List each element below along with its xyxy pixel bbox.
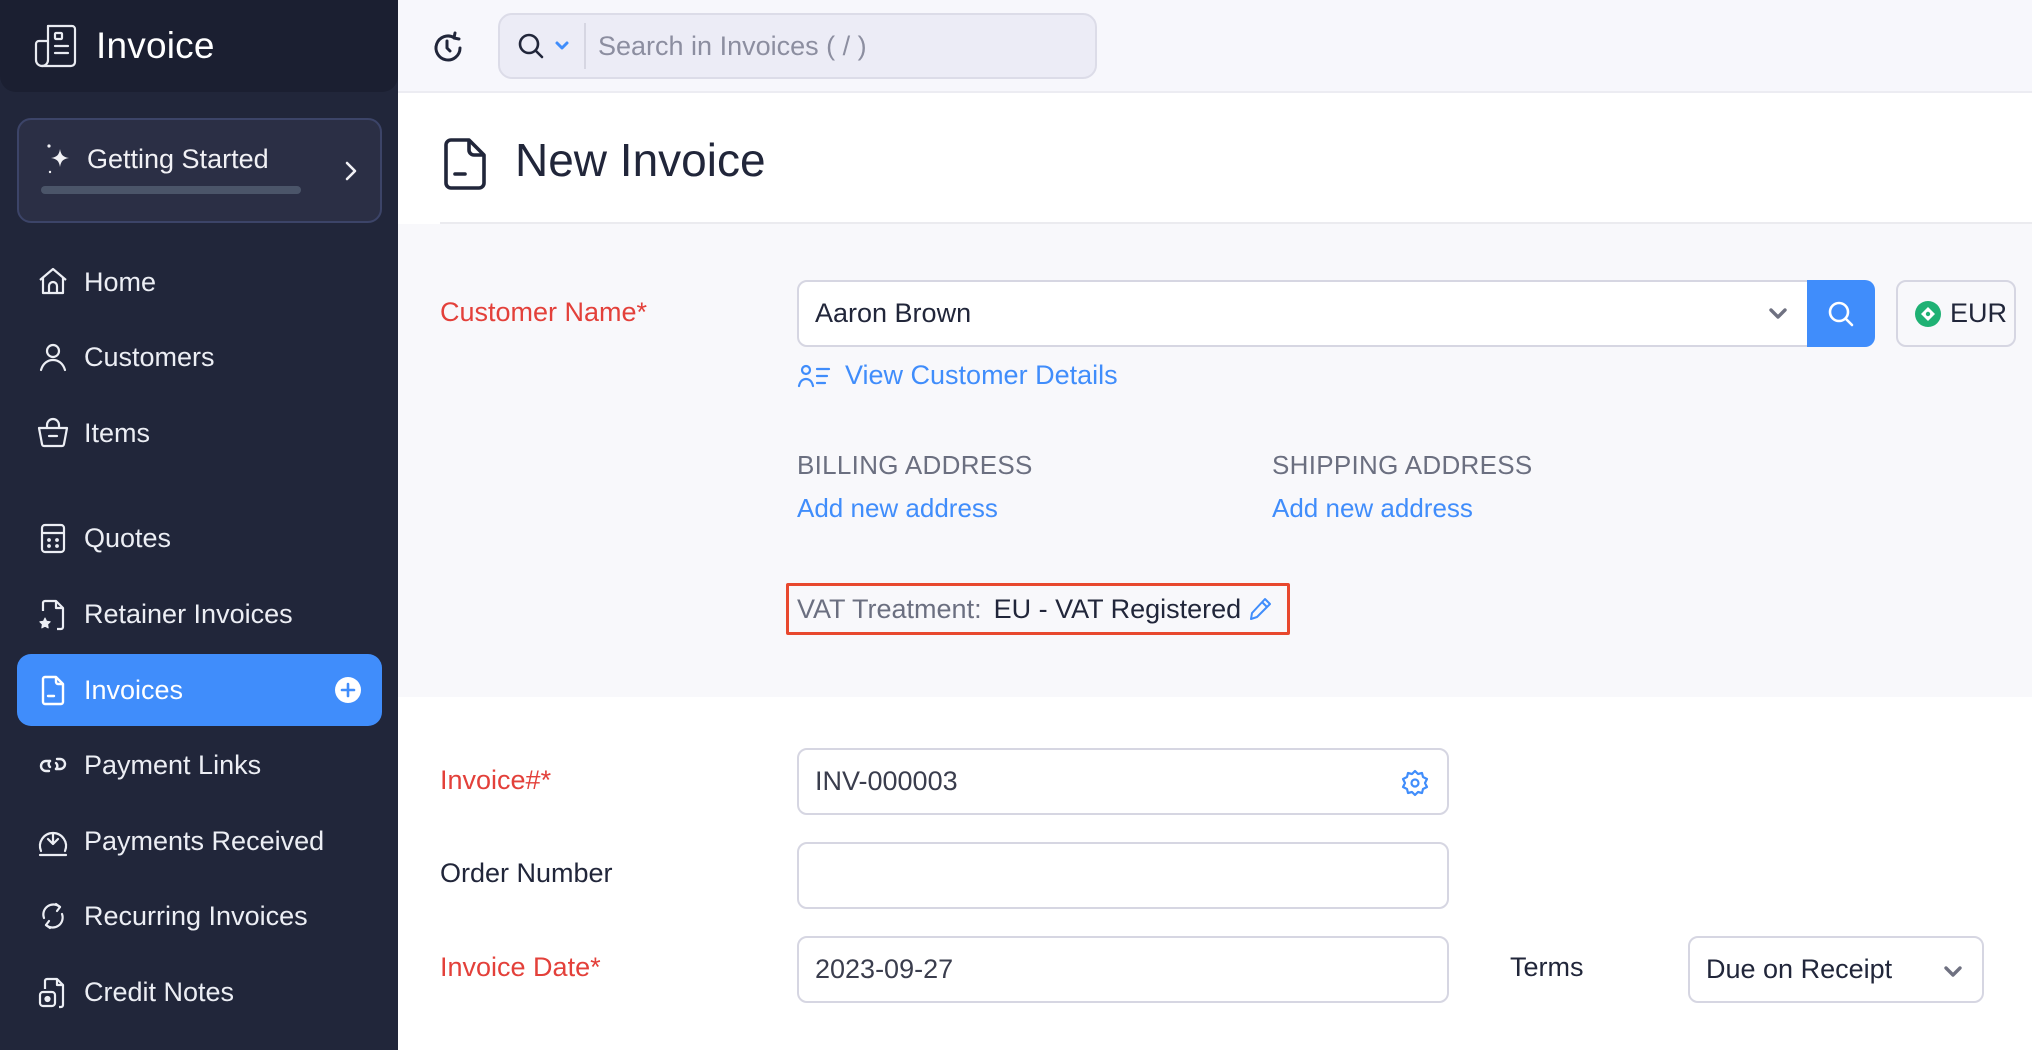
search-icon — [1828, 301, 1854, 326]
sidebar-item-payments-received[interactable]: Payments Received — [17, 805, 382, 877]
search-icon — [518, 33, 544, 59]
shipping-add-address-link[interactable]: Add new address — [1272, 493, 1473, 524]
customer-section: Customer Name* Aaron Brown EUR View Cust… — [398, 224, 2032, 697]
global-search — [498, 13, 1097, 79]
shipping-address-heading: SHIPPING ADDRESS — [1272, 450, 1533, 480]
invoice-date-field[interactable] — [797, 936, 1449, 1003]
invoice-logo-icon — [34, 24, 77, 68]
chevron-down-icon — [1769, 308, 1787, 319]
vat-treatment-value: EU - VAT Registered — [993, 593, 1242, 624]
sidebar-item-label: Customers — [84, 341, 215, 372]
sidebar-item-retainer-invoices[interactable]: Retainer Invoices — [17, 578, 382, 650]
customer-name-value: Aaron Brown — [815, 298, 972, 328]
search-input[interactable] — [598, 30, 1078, 62]
customer-search-button[interactable] — [1807, 280, 1875, 347]
chevron-down-icon — [1944, 966, 1962, 977]
basket-icon — [37, 417, 69, 448]
chevron-down-icon — [555, 41, 569, 50]
customer-name-select[interactable]: Aaron Brown — [797, 280, 1809, 347]
sidebar-item-items[interactable]: Items — [17, 397, 382, 469]
link-icon — [39, 757, 67, 773]
invoice-details-section: Invoice#* Order Number Invoice Date* Ter… — [398, 697, 2032, 1050]
terms-select[interactable]: Due on Receipt — [1688, 936, 1984, 1003]
billing-address-heading: BILLING ADDRESS — [797, 450, 1033, 480]
getting-started-card[interactable]: Getting Started — [17, 118, 382, 223]
sidebar-item-label: Payments Received — [84, 825, 325, 856]
credit-note-icon — [38, 977, 65, 1009]
sidebar-item-payment-links[interactable]: Payment Links — [17, 729, 382, 801]
add-invoice-icon[interactable] — [334, 676, 362, 704]
vat-treatment-label: VAT Treatment: — [797, 593, 982, 624]
app-title: Invoice — [96, 25, 215, 66]
page-header: New Invoice — [398, 95, 2032, 225]
search-divider — [584, 23, 586, 69]
search-scope-dropdown[interactable] — [500, 15, 570, 77]
currency-badge-icon — [1915, 300, 1941, 327]
order-number-input[interactable] — [799, 844, 1447, 907]
home-icon — [39, 267, 67, 295]
billing-add-address-link[interactable]: Add new address — [797, 493, 998, 524]
sidebar-item-label: Items — [84, 417, 151, 448]
document-icon — [444, 138, 486, 190]
customer-name-label: Customer Name* — [440, 297, 648, 327]
sidebar-item-invoices[interactable]: Invoices — [17, 654, 382, 726]
recurring-icon — [42, 902, 64, 930]
download-circle-icon — [38, 831, 68, 857]
view-customer-details-label: View Customer Details — [845, 360, 1118, 390]
sidebar-item-label: Credit Notes — [84, 976, 235, 1007]
order-number-field[interactable] — [797, 842, 1449, 909]
invoice-date-input[interactable] — [799, 938, 1447, 1001]
sidebar-item-recurring-invoices[interactable]: Recurring Invoices — [17, 880, 382, 952]
getting-started-label: Getting Started — [87, 144, 269, 174]
gear-icon[interactable] — [1401, 769, 1429, 797]
sidebar: Invoice Getting Started Home Customers I… — [0, 0, 398, 1050]
currency-button[interactable]: EUR — [1896, 280, 2016, 347]
invoice-number-field[interactable] — [797, 748, 1449, 815]
terms-label: Terms — [1510, 952, 1584, 982]
sidebar-item-customers[interactable]: Customers — [17, 321, 382, 393]
topbar — [398, 0, 2032, 93]
sidebar-item-label: Invoices — [84, 674, 184, 705]
chevron-right-icon — [345, 161, 357, 181]
recent-history-icon[interactable] — [430, 30, 466, 66]
view-customer-details-link[interactable]: View Customer Details — [797, 360, 1118, 391]
user-icon — [39, 343, 67, 372]
sidebar-item-label: Home — [84, 266, 157, 297]
terms-value: Due on Receipt — [1706, 954, 1893, 984]
sidebar-item-home[interactable]: Home — [17, 246, 382, 318]
sidebar-item-label: Quotes — [84, 522, 172, 553]
document-icon — [41, 675, 65, 706]
currency-code: EUR — [1950, 298, 2008, 328]
sparkle-icon — [47, 144, 69, 174]
invoice-date-label: Invoice Date* — [440, 952, 601, 982]
app-brand: Invoice — [0, 0, 398, 92]
document-star-icon — [39, 599, 65, 631]
page-title: New Invoice — [515, 134, 766, 186]
customer-details-icon — [797, 364, 831, 387]
order-number-label: Order Number — [440, 858, 613, 888]
vat-treatment: VAT Treatment: EU - VAT Registered — [786, 583, 1290, 635]
sidebar-item-label: Recurring Invoices — [84, 900, 308, 931]
pencil-icon[interactable] — [1247, 596, 1273, 622]
sidebar-item-label: Payment Links — [84, 749, 262, 780]
calculator-icon — [40, 523, 66, 554]
getting-started-progress — [41, 186, 301, 194]
invoice-number-input[interactable] — [799, 750, 1447, 813]
sidebar-item-label: Retainer Invoices — [84, 598, 293, 629]
invoice-number-label: Invoice#* — [440, 765, 552, 795]
sidebar-item-credit-notes[interactable]: Credit Notes — [17, 956, 382, 1028]
sidebar-item-quotes[interactable]: Quotes — [17, 502, 382, 574]
